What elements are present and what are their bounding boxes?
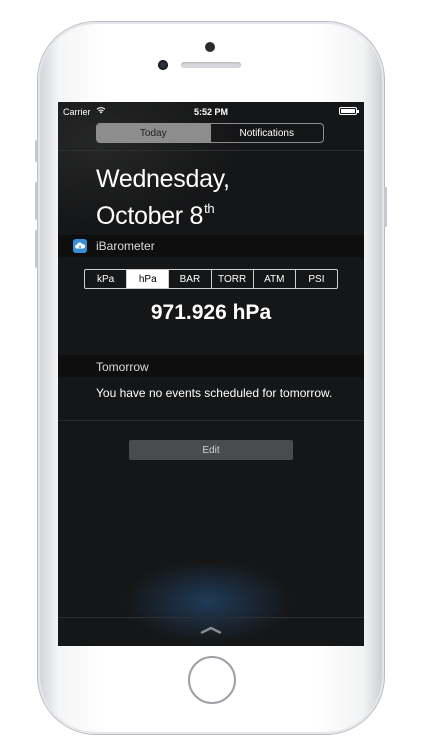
- date-weekday: Wednesday,: [96, 165, 230, 193]
- battery-icon: [339, 107, 359, 115]
- unit-hpa[interactable]: hPa: [126, 270, 169, 288]
- widget-title: iBarometer: [96, 239, 155, 253]
- unit-kpa[interactable]: kPa: [85, 270, 126, 288]
- unit-psi[interactable]: PSI: [294, 270, 337, 288]
- status-bar: Carrier 5:52 PM: [58, 102, 364, 122]
- divider: [58, 420, 364, 421]
- unit-torr[interactable]: TORR: [210, 270, 253, 288]
- status-time: 5:52 PM: [193, 107, 228, 117]
- tab-notifications[interactable]: Notifications: [209, 124, 324, 142]
- front-sensor: [205, 42, 215, 52]
- bottom-grabber-bar[interactable]: [58, 617, 364, 646]
- pressure-reading: 971.926 hPa: [150, 301, 272, 324]
- mute-switch: [35, 140, 38, 162]
- unit-atm[interactable]: ATM: [252, 270, 295, 288]
- no-events-message: You have no events scheduled for tomorro…: [96, 386, 333, 400]
- unit-bar[interactable]: BAR: [168, 270, 210, 288]
- tab-today[interactable]: Today: [97, 124, 210, 142]
- volume-down-button: [35, 230, 38, 268]
- month-day-text: October 8: [96, 202, 204, 230]
- power-button: [384, 187, 387, 227]
- earpiece-speaker: [181, 62, 241, 68]
- divider: [58, 150, 364, 151]
- phone-frame: Carrier 5:52 PM Today Notifications Wedn…: [35, 22, 387, 734]
- cloud-icon: [73, 239, 87, 253]
- chevron-up-icon[interactable]: [200, 626, 222, 634]
- home-button[interactable]: [188, 656, 236, 704]
- pressure-unit-selector: kPa hPa BAR TORR ATM PSI: [84, 269, 338, 289]
- date-month-day: October 8th: [96, 195, 215, 230]
- edit-button[interactable]: Edit: [129, 440, 293, 460]
- day-suffix: th: [204, 201, 215, 216]
- tomorrow-section-header: Tomorrow: [58, 355, 364, 377]
- tomorrow-title: Tomorrow: [96, 360, 149, 374]
- battery-level: [341, 109, 355, 113]
- front-camera: [158, 60, 168, 70]
- weekday-text: Wednesday,: [96, 165, 230, 193]
- volume-up-button: [35, 182, 38, 220]
- today-notifications-segmented-control: Today Notifications: [96, 123, 324, 143]
- notification-center-screen: Carrier 5:52 PM Today Notifications Wedn…: [58, 102, 364, 646]
- ibarometer-widget-header[interactable]: iBarometer: [58, 235, 364, 257]
